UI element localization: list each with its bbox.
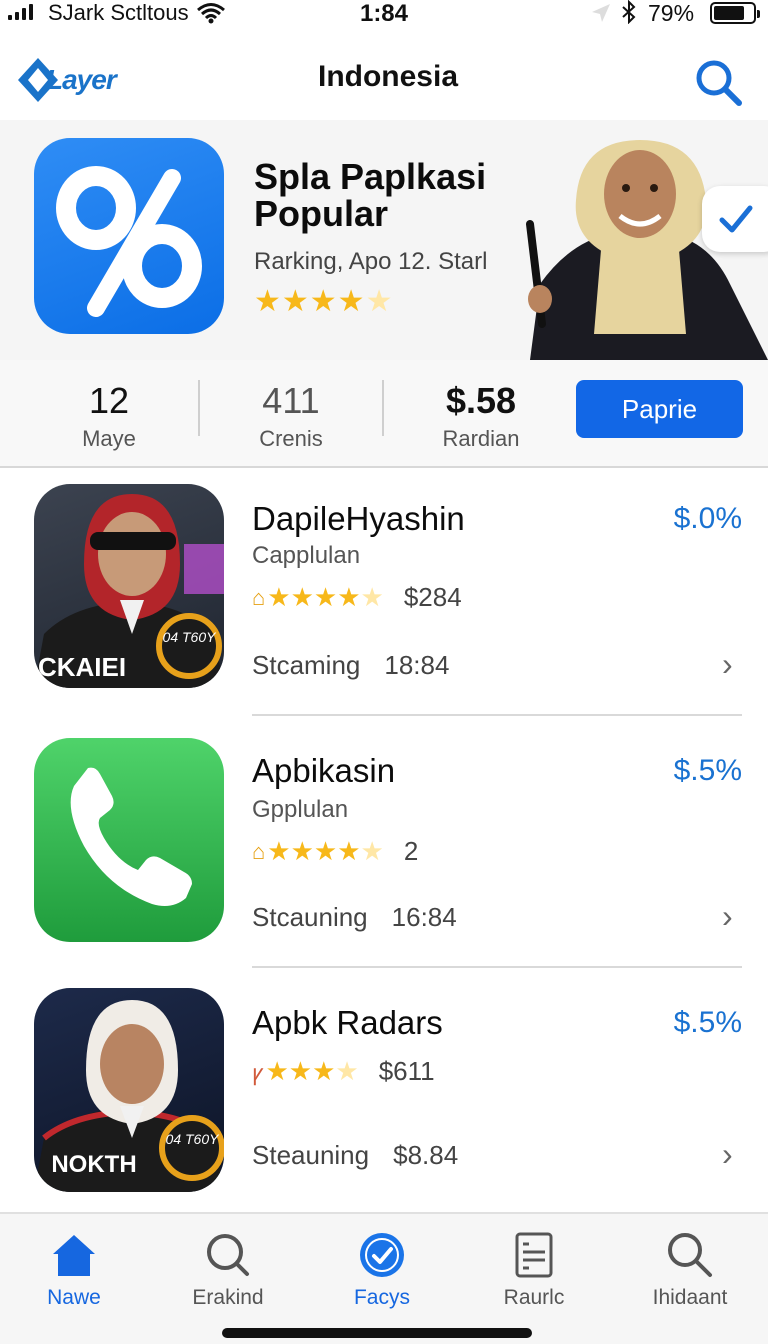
list-item[interactable]: Apbikasin Gpplulan ⌂ ★★★★ ★ 2 Stcauning 16… (0, 722, 768, 972)
featured-rating: ★★★★★ (254, 284, 393, 319)
featured-app-icon[interactable] (34, 138, 224, 334)
checkmark-icon (719, 205, 753, 233)
battery-percent: 79% (648, 0, 695, 26)
list-item[interactable]: 04 T60Y CKAIEI DapileHyashin Capplulan ⌂… (0, 470, 768, 720)
stat-value: $.58 (445, 380, 517, 421)
featured-banner[interactable]: Spla Paplkasi Popular Rarking, Apo 12. S… (0, 120, 768, 360)
app-name: Apbikasin (252, 752, 396, 789)
app-time: 16:84 (391, 902, 457, 932)
location-arrow-icon (590, 2, 612, 29)
check-badge-icon (312, 1228, 452, 1282)
app-status: Steauning (252, 1140, 370, 1170)
icon-caption: NOKTH (51, 1151, 136, 1178)
bluetooth-icon (620, 0, 638, 30)
app-name: DapileHyashin (252, 500, 465, 537)
tab-documents[interactable]: Raurlc (464, 1228, 604, 1310)
app-meta: Steauning $8.84 (252, 1140, 458, 1171)
search-circle-icon (158, 1228, 298, 1282)
featured-subtitle: Rarking, Apo 12. Starl (254, 248, 488, 275)
document-icon (464, 1228, 604, 1282)
star-icon: ★★★★ (254, 285, 366, 318)
app-rating: ⌂ ★★★★ ★ $284 (252, 582, 462, 613)
app-status: Stcaming (252, 650, 361, 680)
featured-title: Spla Paplkasi Popular (254, 156, 487, 234)
stat-2: 411 Crenis (206, 380, 376, 452)
rank-icon: ⌂ (252, 584, 266, 610)
app-price: $.0% (673, 502, 742, 535)
chevron-right-icon[interactable]: › (722, 898, 733, 935)
rank-icon: ꝩ (252, 1059, 264, 1085)
tab-label: Erakind (192, 1286, 264, 1309)
tab-label: Raurlc (503, 1286, 565, 1309)
chevron-right-icon[interactable]: › (722, 646, 733, 683)
star-empty-icon: ★ (335, 1056, 359, 1086)
tab-label: Nawe (47, 1286, 101, 1309)
app-status: Stcauning (252, 902, 368, 932)
battery-icon (710, 2, 760, 24)
search-icon (620, 1228, 760, 1282)
star-empty-icon: ★ (365, 285, 394, 318)
star-empty-icon: ★ (360, 836, 384, 866)
app-rating: ꝩ ★★★ ★ $611 (252, 1056, 435, 1087)
app-time: $8.84 (393, 1140, 459, 1170)
stats-row: 12 Maye 411 Crenis $.58 Rardian Paprie (0, 360, 768, 468)
app-time: 18:84 (384, 650, 450, 680)
badge-text: 04 T60Y (166, 1131, 221, 1147)
tab-bar: Nawe Erakind Facys Raurlc Ihidaant (0, 1212, 768, 1344)
divider (252, 966, 742, 968)
app-meta: Stcauning 16:84 (252, 902, 457, 933)
presenter-avatar-icon: 04 T60Y NOKTH (34, 1000, 224, 1192)
stat-value: 12 (88, 380, 130, 421)
star-icon: ★★★★ (267, 836, 361, 866)
divider (382, 380, 384, 436)
nav-header: Layer Indonesia (0, 50, 768, 110)
app-meta: Stcaming 18:84 (252, 650, 449, 681)
tab-search[interactable]: Erakind (158, 1228, 298, 1310)
app-price: $.5% (673, 1006, 742, 1039)
home-indicator[interactable] (222, 1328, 532, 1338)
badge-text: 04 T60Y (163, 629, 218, 645)
rating-value: $611 (378, 1056, 435, 1086)
stat-label: Crenis (259, 426, 323, 451)
app-price: $.5% (673, 754, 742, 787)
stat-label: Rardian (442, 426, 520, 451)
search-icon (696, 60, 742, 106)
status-bar: SJark Sctltous 1:84 79% (0, 0, 768, 30)
search-button[interactable] (692, 56, 744, 108)
page-title: Indonesia (317, 60, 459, 93)
stat-label: Maye (82, 426, 136, 451)
stat-1: 12 Maye (24, 380, 194, 452)
verified-badge[interactable] (702, 186, 768, 252)
stat-3: $.58 Rardian (396, 380, 566, 452)
rank-icon: ⌂ (252, 838, 266, 864)
rating-value: 2 (403, 836, 419, 866)
stat-value: 411 (262, 380, 320, 421)
app-rating: ⌂ ★★★★ ★ 2 (252, 836, 418, 867)
icon-caption: CKAIEI (38, 652, 126, 682)
tab-label: Facys (353, 1286, 410, 1309)
primary-action-button[interactable]: Paprie (576, 380, 743, 438)
app-icon: 04 T60Y CKAIEI (34, 484, 224, 688)
star-icon: ★★★ (265, 1056, 336, 1086)
phone-icon (70, 767, 192, 906)
presenter-avatar-icon: 04 T60Y CKAIEI (34, 494, 224, 688)
app-icon: 04 T60Y NOKTH (34, 988, 224, 1192)
tab-explore[interactable]: Ihidaant (620, 1228, 760, 1310)
tab-label: Ihidaant (652, 1286, 728, 1309)
divider (252, 714, 742, 716)
home-icon (4, 1228, 144, 1282)
app-category: Capplulan (252, 542, 361, 569)
app-icon (34, 738, 224, 942)
star-icon: ★★★★ (267, 582, 361, 612)
percent-icon (56, 166, 202, 317)
rating-value: $284 (403, 582, 462, 612)
list-item[interactable]: 04 T60Y NOKTH Apbk Radars ꝩ ★★★ ★ $611 St… (0, 974, 768, 1224)
star-empty-icon: ★ (360, 582, 384, 612)
app-category: Gpplulan (252, 796, 349, 823)
divider (198, 380, 200, 436)
tab-check[interactable]: Facys (312, 1228, 452, 1310)
app-name: Apbk Radars (252, 1004, 443, 1041)
tab-home[interactable]: Nawe (4, 1228, 144, 1310)
chevron-right-icon[interactable]: › (722, 1136, 733, 1173)
